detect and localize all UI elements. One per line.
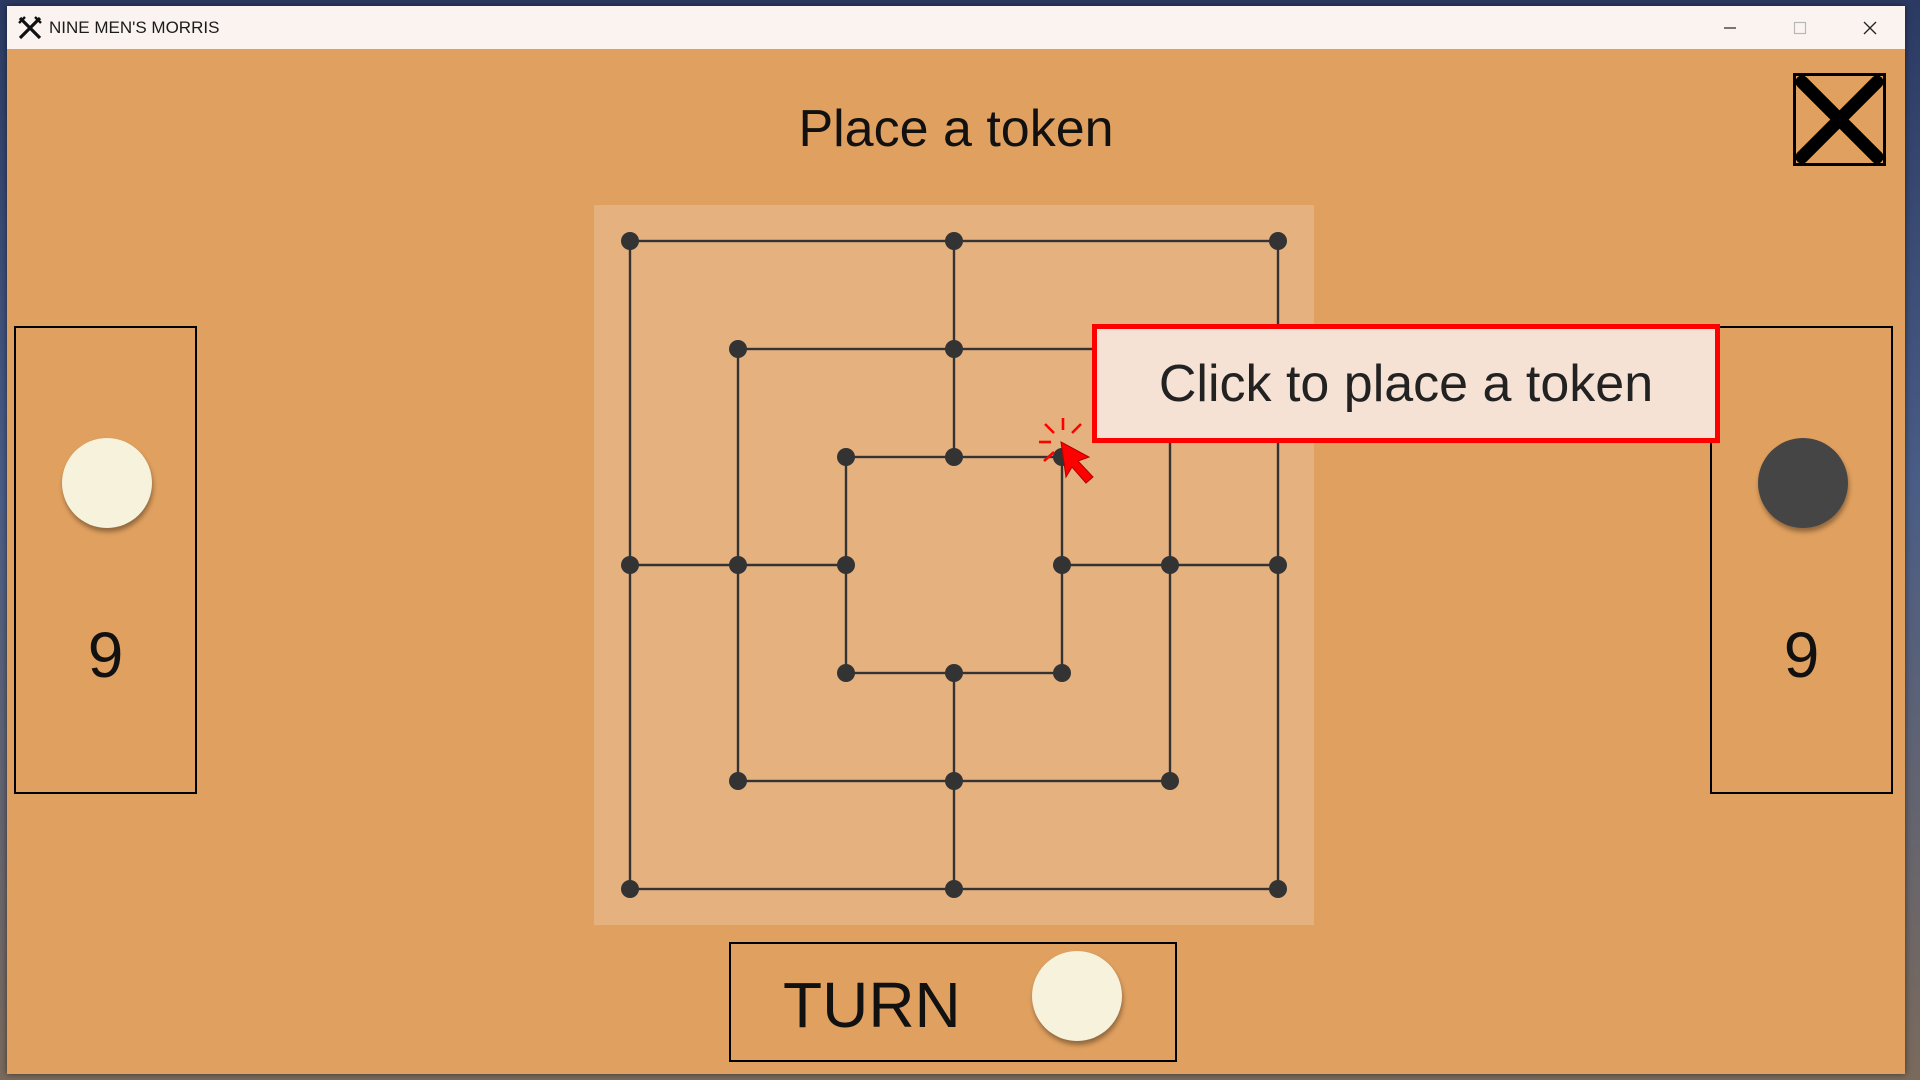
board-point[interactable] xyxy=(945,664,963,682)
board-point[interactable] xyxy=(729,556,747,574)
board-point[interactable] xyxy=(945,448,963,466)
board-point[interactable] xyxy=(1053,556,1071,574)
board-point[interactable] xyxy=(945,340,963,358)
dark-tokens-remaining: 9 xyxy=(1783,619,1820,691)
mouse-pointer-icon xyxy=(1039,418,1094,484)
board-point[interactable] xyxy=(945,772,963,790)
window-title: NINE MEN'S MORRIS xyxy=(49,17,220,37)
hint-callout: Click to place a token xyxy=(1092,324,1720,443)
dark-token xyxy=(1758,438,1848,528)
minimize-button[interactable] xyxy=(1695,6,1765,49)
board-point[interactable] xyxy=(1161,772,1179,790)
board-grid xyxy=(621,232,1287,898)
board-point[interactable] xyxy=(1269,880,1287,898)
crossed-swords-icon xyxy=(18,15,42,39)
dark-player-reserve: 9 xyxy=(1710,326,1893,794)
maximize-button[interactable] xyxy=(1765,6,1835,49)
board-point[interactable] xyxy=(945,232,963,250)
board-point[interactable] xyxy=(729,772,747,790)
light-player-reserve: 9 xyxy=(14,326,197,794)
current-turn-token xyxy=(1032,951,1122,1041)
turn-label: TURN xyxy=(783,969,961,1041)
board-point[interactable] xyxy=(621,556,639,574)
light-tokens-remaining: 9 xyxy=(87,619,124,691)
board-point[interactable] xyxy=(1161,556,1179,574)
close-icon xyxy=(1863,21,1877,34)
board-point[interactable] xyxy=(1053,664,1071,682)
minimize-icon xyxy=(1724,26,1736,29)
board-point[interactable] xyxy=(621,232,639,250)
title-bar: NINE MEN'S MORRIS xyxy=(7,6,1905,49)
maximize-icon xyxy=(1793,21,1807,34)
close-window-button[interactable] xyxy=(1835,6,1905,49)
board-point[interactable] xyxy=(1269,556,1287,574)
board-point[interactable] xyxy=(1269,232,1287,250)
game-window: NINE MEN'S MORRIS Place a token 9 9 Clic… xyxy=(7,6,1905,1074)
x-icon xyxy=(1795,75,1884,164)
board-point[interactable] xyxy=(621,880,639,898)
game-board xyxy=(594,205,1314,925)
game-area: Place a token 9 9 Click to place a token… xyxy=(7,49,1905,1074)
turn-indicator: TURN xyxy=(729,942,1177,1062)
board-point[interactable] xyxy=(837,448,855,466)
light-token xyxy=(62,438,152,528)
board-point[interactable] xyxy=(837,664,855,682)
status-heading: Place a token xyxy=(798,100,1114,158)
board-point[interactable] xyxy=(945,880,963,898)
board-point[interactable] xyxy=(837,556,855,574)
hint-text: Click to place a token xyxy=(1158,354,1654,413)
exit-game-button[interactable] xyxy=(1793,73,1886,166)
board-point[interactable] xyxy=(729,340,747,358)
